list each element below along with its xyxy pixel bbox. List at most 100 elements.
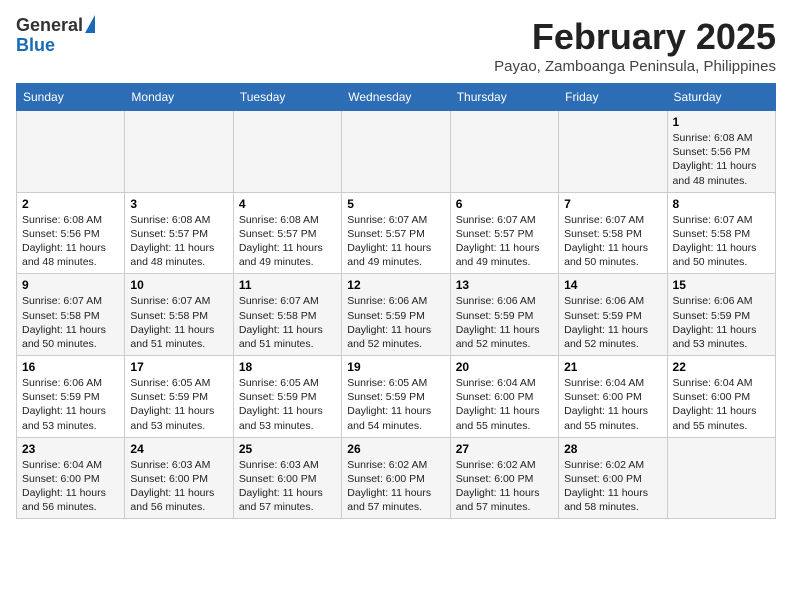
calendar-cell: 14 Sunrise: 6:06 AM Sunset: 5:59 PM Dayli… bbox=[559, 274, 667, 356]
day-number: 4 bbox=[239, 197, 336, 211]
day-info: Sunrise: 6:07 AM Sunset: 5:58 PM Dayligh… bbox=[564, 213, 661, 270]
day-info: Sunrise: 6:02 AM Sunset: 6:00 PM Dayligh… bbox=[564, 458, 661, 515]
calendar-cell: 20Sunrise: 6:04 AM Sunset: 6:00 PM Dayli… bbox=[450, 356, 558, 438]
calendar-cell: 13Sunrise: 6:06 AM Sunset: 5:59 PM Dayli… bbox=[450, 274, 558, 356]
calendar-cell: 4 Sunrise: 6:08 AM Sunset: 5:57 PM Daylig… bbox=[233, 192, 341, 274]
day-info: Sunrise: 6:06 AM Sunset: 5:59 PM Dayligh… bbox=[564, 294, 661, 351]
day-info: Sunrise: 6:06 AM Sunset: 5:59 PM Dayligh… bbox=[456, 294, 553, 351]
calendar-cell: 10 Sunrise: 6:07 AM Sunset: 5:58 PM Dayli… bbox=[125, 274, 233, 356]
calendar-cell: 28 Sunrise: 6:02 AM Sunset: 6:00 PM Dayli… bbox=[559, 437, 667, 519]
calendar-subtitle: Payao, Zamboanga Peninsula, Philippines bbox=[494, 58, 776, 75]
day-number: 8 bbox=[673, 197, 770, 211]
calendar-cell: 24 Sunrise: 6:03 AM Sunset: 6:00 PM Dayli… bbox=[125, 437, 233, 519]
day-info: Sunrise: 6:04 AM Sunset: 6:00 PM Dayligh… bbox=[564, 376, 661, 433]
calendar-cell: 12 Sunrise: 6:06 AM Sunset: 5:59 PM Dayli… bbox=[342, 274, 450, 356]
day-number: 7 bbox=[564, 197, 661, 211]
calendar-cell bbox=[450, 111, 558, 193]
day-info: Sunrise: 6:07 AM Sunset: 5:58 PM Dayligh… bbox=[673, 213, 770, 270]
day-number: 12 bbox=[347, 278, 444, 292]
day-info: Sunrise: 6:04 AM Sunset: 6:00 PM Dayligh… bbox=[22, 458, 119, 515]
weekday-header-monday: Monday bbox=[125, 84, 233, 111]
calendar-cell bbox=[342, 111, 450, 193]
weekday-header-row: SundayMondayTuesdayWednesdayThursdayFrid… bbox=[17, 84, 776, 111]
calendar-table: SundayMondayTuesdayWednesdayThursdayFrid… bbox=[16, 83, 776, 519]
day-info: Sunrise: 6:07 AM Sunset: 5:57 PM Dayligh… bbox=[347, 213, 444, 270]
calendar-cell: 26Sunrise: 6:02 AM Sunset: 6:00 PM Dayli… bbox=[342, 437, 450, 519]
calendar-cell: 25 Sunrise: 6:03 AM Sunset: 6:00 PM Dayli… bbox=[233, 437, 341, 519]
day-number: 16 bbox=[22, 360, 119, 374]
calendar-week-1: 1 Sunrise: 6:08 AM Sunset: 5:56 PM Daylig… bbox=[17, 111, 776, 193]
page-header: General Blue February 2025 Payao, Zamboa… bbox=[16, 16, 776, 75]
day-number: 15 bbox=[673, 278, 770, 292]
day-number: 1 bbox=[673, 115, 770, 129]
logo: General Blue bbox=[16, 16, 95, 56]
calendar-cell: 5Sunrise: 6:07 AM Sunset: 5:57 PM Daylig… bbox=[342, 192, 450, 274]
weekday-header-saturday: Saturday bbox=[667, 84, 775, 111]
day-info: Sunrise: 6:06 AM Sunset: 5:59 PM Dayligh… bbox=[347, 294, 444, 351]
calendar-cell bbox=[233, 111, 341, 193]
weekday-header-wednesday: Wednesday bbox=[342, 84, 450, 111]
day-number: 6 bbox=[456, 197, 553, 211]
day-number: 17 bbox=[130, 360, 227, 374]
calendar-cell bbox=[559, 111, 667, 193]
day-info: Sunrise: 6:03 AM Sunset: 6:00 PM Dayligh… bbox=[130, 458, 227, 515]
day-number: 14 bbox=[564, 278, 661, 292]
calendar-title: February 2025 bbox=[494, 16, 776, 58]
day-number: 10 bbox=[130, 278, 227, 292]
day-info: Sunrise: 6:05 AM Sunset: 5:59 PM Dayligh… bbox=[130, 376, 227, 433]
calendar-cell: 21 Sunrise: 6:04 AM Sunset: 6:00 PM Dayli… bbox=[559, 356, 667, 438]
day-info: Sunrise: 6:07 AM Sunset: 5:58 PM Dayligh… bbox=[22, 294, 119, 351]
day-info: Sunrise: 6:02 AM Sunset: 6:00 PM Dayligh… bbox=[456, 458, 553, 515]
day-number: 9 bbox=[22, 278, 119, 292]
day-number: 3 bbox=[130, 197, 227, 211]
day-number: 26 bbox=[347, 442, 444, 456]
day-number: 24 bbox=[130, 442, 227, 456]
day-number: 18 bbox=[239, 360, 336, 374]
calendar-cell: 9 Sunrise: 6:07 AM Sunset: 5:58 PM Daylig… bbox=[17, 274, 125, 356]
logo-triangle-icon bbox=[85, 15, 95, 33]
calendar-cell: 19 Sunrise: 6:05 AM Sunset: 5:59 PM Dayli… bbox=[342, 356, 450, 438]
day-info: Sunrise: 6:08 AM Sunset: 5:57 PM Dayligh… bbox=[130, 213, 227, 270]
calendar-cell: 6Sunrise: 6:07 AM Sunset: 5:57 PM Daylig… bbox=[450, 192, 558, 274]
day-number: 25 bbox=[239, 442, 336, 456]
calendar-week-3: 9 Sunrise: 6:07 AM Sunset: 5:58 PM Daylig… bbox=[17, 274, 776, 356]
calendar-cell bbox=[125, 111, 233, 193]
day-number: 20 bbox=[456, 360, 553, 374]
day-info: Sunrise: 6:05 AM Sunset: 5:59 PM Dayligh… bbox=[239, 376, 336, 433]
calendar-cell: 3 Sunrise: 6:08 AM Sunset: 5:57 PM Daylig… bbox=[125, 192, 233, 274]
day-info: Sunrise: 6:05 AM Sunset: 5:59 PM Dayligh… bbox=[347, 376, 444, 433]
calendar-cell: 27 Sunrise: 6:02 AM Sunset: 6:00 PM Dayli… bbox=[450, 437, 558, 519]
day-number: 27 bbox=[456, 442, 553, 456]
day-info: Sunrise: 6:04 AM Sunset: 6:00 PM Dayligh… bbox=[673, 376, 770, 433]
calendar-cell: 17 Sunrise: 6:05 AM Sunset: 5:59 PM Dayli… bbox=[125, 356, 233, 438]
day-number: 19 bbox=[347, 360, 444, 374]
day-info: Sunrise: 6:08 AM Sunset: 5:56 PM Dayligh… bbox=[22, 213, 119, 270]
weekday-header-sunday: Sunday bbox=[17, 84, 125, 111]
calendar-cell: 8 Sunrise: 6:07 AM Sunset: 5:58 PM Daylig… bbox=[667, 192, 775, 274]
weekday-header-friday: Friday bbox=[559, 84, 667, 111]
day-info: Sunrise: 6:03 AM Sunset: 6:00 PM Dayligh… bbox=[239, 458, 336, 515]
day-info: Sunrise: 6:08 AM Sunset: 5:56 PM Dayligh… bbox=[673, 131, 770, 188]
calendar-cell: 7 Sunrise: 6:07 AM Sunset: 5:58 PM Daylig… bbox=[559, 192, 667, 274]
calendar-cell: 1 Sunrise: 6:08 AM Sunset: 5:56 PM Daylig… bbox=[667, 111, 775, 193]
calendar-cell bbox=[667, 437, 775, 519]
day-number: 21 bbox=[564, 360, 661, 374]
logo-general-text: General bbox=[16, 16, 83, 36]
day-number: 23 bbox=[22, 442, 119, 456]
calendar-cell: 2 Sunrise: 6:08 AM Sunset: 5:56 PM Daylig… bbox=[17, 192, 125, 274]
weekday-header-tuesday: Tuesday bbox=[233, 84, 341, 111]
day-number: 2 bbox=[22, 197, 119, 211]
day-number: 28 bbox=[564, 442, 661, 456]
calendar-cell: 18 Sunrise: 6:05 AM Sunset: 5:59 PM Dayli… bbox=[233, 356, 341, 438]
day-info: Sunrise: 6:06 AM Sunset: 5:59 PM Dayligh… bbox=[673, 294, 770, 351]
calendar-cell: 11Sunrise: 6:07 AM Sunset: 5:58 PM Dayli… bbox=[233, 274, 341, 356]
day-info: Sunrise: 6:07 AM Sunset: 5:58 PM Dayligh… bbox=[130, 294, 227, 351]
day-info: Sunrise: 6:08 AM Sunset: 5:57 PM Dayligh… bbox=[239, 213, 336, 270]
calendar-week-4: 16Sunrise: 6:06 AM Sunset: 5:59 PM Dayli… bbox=[17, 356, 776, 438]
calendar-cell: 15 Sunrise: 6:06 AM Sunset: 5:59 PM Dayli… bbox=[667, 274, 775, 356]
title-block: February 2025 Payao, Zamboanga Peninsula… bbox=[494, 16, 776, 75]
calendar-cell: 22Sunrise: 6:04 AM Sunset: 6:00 PM Dayli… bbox=[667, 356, 775, 438]
calendar-week-5: 23 Sunrise: 6:04 AM Sunset: 6:00 PM Dayli… bbox=[17, 437, 776, 519]
day-number: 11 bbox=[239, 278, 336, 292]
weekday-header-thursday: Thursday bbox=[450, 84, 558, 111]
